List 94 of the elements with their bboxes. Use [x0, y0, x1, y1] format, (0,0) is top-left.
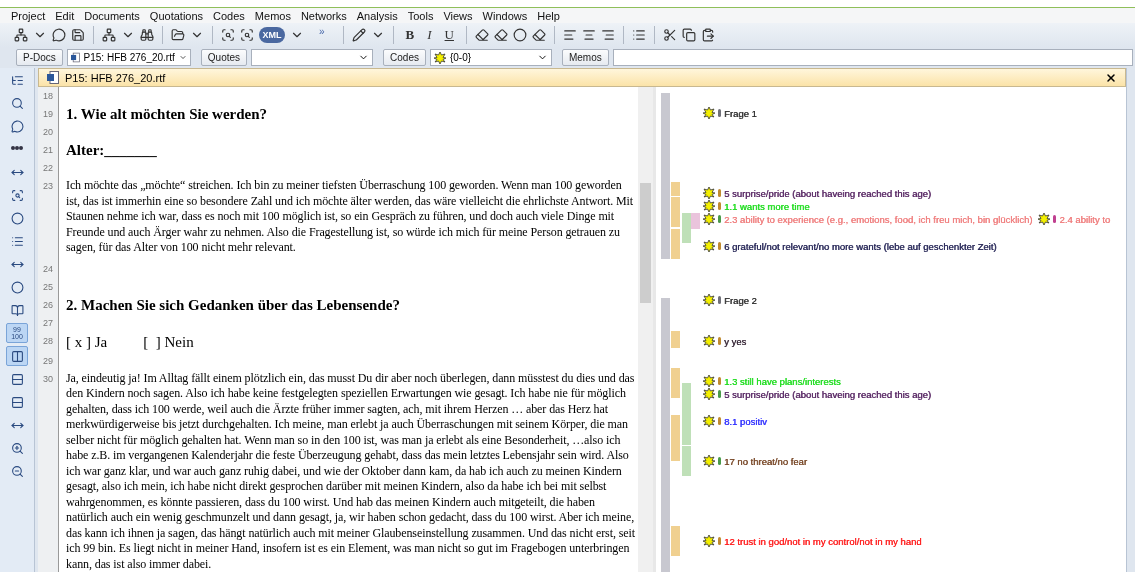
- code-label[interactable]: y yes: [724, 335, 747, 347]
- list-icon[interactable]: [631, 28, 646, 42]
- close-icon[interactable]: [1105, 71, 1117, 84]
- code-icon: [703, 213, 715, 225]
- line-number: 18: [42, 90, 54, 103]
- option-text: [ x ] Ja: [66, 333, 108, 350]
- line-number: 27: [42, 316, 54, 330]
- line-number: 25: [42, 280, 54, 294]
- align-left-icon[interactable]: [562, 28, 577, 42]
- line-number: 24: [42, 262, 54, 276]
- margin-icon[interactable]: [6, 346, 28, 366]
- code-icon: [433, 51, 446, 64]
- eraser-icon[interactable]: [531, 28, 546, 42]
- line-number: 22: [42, 162, 54, 175]
- overflow-icon[interactable]: »: [319, 25, 325, 37]
- code-label[interactable]: 12 trust in god/not in my control/not in my hand: [724, 535, 922, 547]
- document-title: P15: HFB 276_20.rtf: [65, 71, 167, 84]
- line-number: 23: [42, 180, 54, 193]
- document-heading: 1. Wie alt möchten Sie werden?: [66, 105, 269, 123]
- code-icon: [703, 107, 715, 119]
- line-number: 19: [42, 108, 54, 121]
- menu-item[interactable]: Codes: [208, 9, 250, 22]
- document-heading: Alter:_______: [66, 141, 158, 159]
- menu-item[interactable]: Help: [532, 9, 565, 22]
- code-label[interactable]: Frage 1: [724, 107, 757, 119]
- scrollbar[interactable]: [638, 87, 653, 572]
- menu-item[interactable]: Networks: [295, 9, 352, 22]
- binoculars-icon[interactable]: [140, 28, 154, 42]
- network-icon[interactable]: [102, 28, 116, 42]
- comment-icon[interactable]: [52, 28, 66, 42]
- document-dropdown[interactable]: P15: HFB 276_20.rtf: [66, 49, 191, 66]
- option-text: [ ] Nein: [143, 333, 194, 350]
- document-icon: [47, 71, 59, 84]
- scroll-thumb[interactable]: [640, 183, 651, 303]
- code-label[interactable]: 17 no threat/no fear: [724, 455, 807, 467]
- align-center-icon[interactable]: [581, 28, 596, 42]
- code-icon: [703, 388, 715, 400]
- code-icon: [703, 375, 715, 387]
- pdocs-button[interactable]: P-Docs: [16, 49, 63, 66]
- format-button[interactable]: B: [401, 27, 419, 43]
- code-icon: [703, 294, 715, 306]
- align-right-icon[interactable]: [600, 28, 615, 42]
- ball-icon[interactable]: [512, 28, 527, 42]
- network-icon[interactable]: [14, 28, 28, 42]
- menu-item[interactable]: Memos: [249, 9, 296, 22]
- menu-item[interactable]: Windows: [477, 9, 533, 22]
- code-label[interactable]: Frage 2: [724, 294, 757, 306]
- document-heading: 2. Machen Sie sich Gedanken über das Lebensende?: [66, 295, 401, 314]
- code-icon: [703, 187, 715, 199]
- eraser-icon[interactable]: [493, 28, 508, 42]
- menu-item[interactable]: Views: [438, 9, 478, 22]
- code-icon: [703, 535, 715, 547]
- codes-dropdown[interactable]: {0-0}: [429, 49, 552, 66]
- code-label[interactable]: 6 grateful/not relevant/no more wants (lebe auf geschenkter Zeit): [724, 240, 997, 252]
- cut-icon[interactable]: [662, 28, 677, 42]
- document-paragraph: Ich möchte das „möchte“ streichen. Ich bin zu meiner tiefsten Überraschung 100 geworden. Wenn man 100 geworden ist, das ist immerhin eine so besondere Zahl und ich möchte älter werden, das wäre vielleicht die ehrlichste Antwort. Mit Staunen nehme ich war, dass es noch mit 100 möglich ist, so ein Gespräch zu führen, und doch auch viele Dinge mit Freunde und auch Ärger wahr zu nehmen. Also die Fragestellung ist, so würde ich mich für meine Person getrauen zu sagen, für das Alter von 100 nicht mehr relevant.: [66, 177, 635, 256]
- document-paragraph: Ja, eindeutig ja! Im Alltag fällt einem plötzlich ein, das musst Du dir aber noch überlegen, dann müsstest du dies und das den Kindern noch sagen. Also ich habe keine festgelegten speziellen Erwartungen wie gesagt. Ich habe nie für möglich gehalten, dass ich 100 werde, weil auch die Ärzte früher immer sagten, ach, mit ihrem Herzen … aber das Herz hat merkwürdigerweise bis jetzt durchgehalten. Ich meine, man erlebt ja auch Überraschungen mit seinem Körper, die man selber nicht für möglich gehalten hat. Wenn man so in den 100 ist, was man ja erlebt als eine Besonderheit, …also ich habe z.B. im vergangenen Kalenderjahr die feste Überzeugung gehabt, dass das mein letztes Lebensjahr sein wird. Also ich war ganz klar, und war auch ganz ruhig dabei, und wie der Oktober dann kam, da hab ich auch zu meinen Kindern gesagt, also ich mein, ich habe nicht direkt gesprochen darüber mit meinen Kindern, also da habe ich bei mit selbst wahrgenommen, es könnte passieren, dass du 100 wirst. Und hab das meinen Kindern auch mitgeteilt, die haben natürlich auch ein wenig geschmunzelt und dann gesagt, ja, wir haben schon gedacht, dass du 100 wirst. Aber ich meine, das kann ich ihnen ja sagen, das hängt natürlich auch mit meiner Glaubenseinstellung zusammen. Und das nicht erst, seit ich 99 bin. Es liegt nicht in meiner Hand, insofern ist es ein Element, was man nicht so gut im Fragebogen unterbringen kann, das ist also immer dabei.: [66, 369, 636, 572]
- menu-item[interactable]: Documents: [79, 9, 145, 22]
- line-number: 29: [42, 354, 54, 368]
- codes-button[interactable]: Codes: [383, 49, 426, 66]
- xml-icon[interactable]: XML: [259, 27, 285, 43]
- eraser-icon[interactable]: [474, 28, 489, 42]
- menu-item[interactable]: Tools: [402, 9, 439, 22]
- format-button[interactable]: U: [440, 27, 458, 43]
- save-icon[interactable]: [71, 28, 85, 42]
- quotes-button[interactable]: Quotes: [200, 49, 248, 66]
- code-label[interactable]: 5 surprise/pride (about haveing reached this age): [724, 388, 931, 400]
- menu-item[interactable]: Quotations: [144, 9, 209, 22]
- line-number: 26: [42, 298, 54, 312]
- document-icon: [70, 51, 80, 64]
- pen-icon[interactable]: [351, 28, 366, 42]
- paste-icon[interactable]: [700, 28, 715, 42]
- menu-item[interactable]: Analysis: [351, 9, 403, 22]
- memos-field[interactable]: [612, 49, 1133, 66]
- folder-icon[interactable]: [171, 28, 185, 42]
- code-icon: [1038, 213, 1051, 225]
- format-button[interactable]: I: [423, 27, 436, 43]
- copy-icon[interactable]: [681, 28, 696, 42]
- code-icon: [703, 415, 715, 427]
- code-icon: [703, 335, 715, 347]
- menu-item[interactable]: Edit: [50, 9, 80, 22]
- code-label[interactable]: 8.1 positiv: [724, 415, 767, 427]
- code-icon: [703, 200, 715, 212]
- line-number: 21: [42, 144, 54, 157]
- line-number: 20: [42, 126, 54, 139]
- code-icon: [703, 455, 715, 467]
- code-search-icon[interactable]: [221, 28, 235, 42]
- menu-item[interactable]: Project: [6, 9, 51, 22]
- line-number: 28: [42, 334, 54, 348]
- line-number: 30: [42, 372, 54, 386]
- memos-button[interactable]: Memos: [561, 49, 609, 66]
- code-label[interactable]: 5 surprise/pride (about haveing reached this age): [724, 187, 931, 199]
- code-search-icon[interactable]: [240, 28, 254, 42]
- code-icon: [703, 240, 715, 252]
